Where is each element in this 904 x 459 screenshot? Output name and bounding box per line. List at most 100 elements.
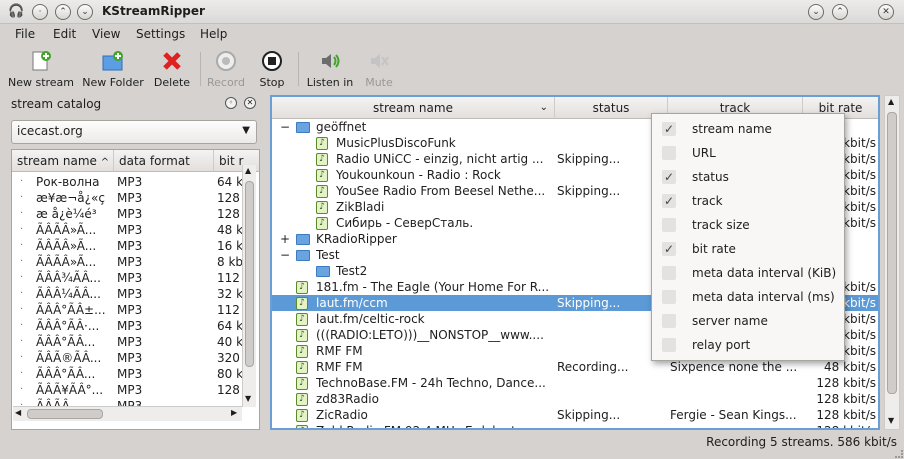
record-button[interactable]: Record — [204, 48, 248, 90]
catalog-row[interactable]: · ÃÂÂ°ÃÂ·... MP3 64 k — [12, 318, 243, 334]
stream-row[interactable]: ♪ TechnoBase.FM - 24h Techno, Dance... 128… — [272, 375, 878, 391]
menu-file[interactable]: File — [15, 27, 35, 41]
note-glyph: ♪ — [296, 281, 308, 294]
app-icon[interactable]: 🎧 — [8, 4, 26, 20]
stop-label: Stop — [259, 76, 285, 89]
float-pane-icon[interactable]: ◦ — [225, 97, 237, 109]
scrollbar-thumb[interactable] — [245, 181, 254, 367]
new-stream-button[interactable]: New stream — [6, 48, 76, 90]
catalog-row[interactable]: · ÃÂÃÂ»Ã... MP3 48 k — [12, 222, 243, 238]
toolbar-separator — [200, 52, 201, 86]
music-note-icon: ♪ — [296, 360, 308, 376]
maximize-button[interactable]: ⌃ — [832, 4, 848, 20]
catalog-cell-name: ÃÂÂ°ÃÂ·... — [36, 319, 100, 333]
expand-icon[interactable]: + — [280, 231, 290, 247]
catalog-pane-title: stream catalog — [11, 97, 102, 111]
scroll-up-arrow[interactable]: ▲ — [888, 97, 894, 106]
catalog-row[interactable]: · ÃÂÂ¾ÃÂ... MP3 112 — [12, 270, 242, 286]
close-pane-icon[interactable]: ✕ — [244, 97, 256, 109]
catalog-row[interactable]: · ÃÂÃ¥ÃÂ°... MP3 128 — [12, 382, 242, 398]
checkmark-icon[interactable]: ✓ — [662, 122, 676, 136]
stream-row[interactable]: ♪ Zeld Radio FM 92.4 MHz Erdekertes... 128… — [272, 423, 878, 428]
menu-edit[interactable]: Edit — [53, 27, 76, 41]
column-toggle-item[interactable]: URL — [652, 141, 844, 165]
checkmark-icon[interactable]: ✓ — [662, 242, 676, 256]
checkbox-empty-icon[interactable] — [662, 218, 676, 232]
catalog-row[interactable]: · ÃÂÂ¼ÃÂ... MP3 32 k — [12, 286, 243, 302]
scrollbar-thumb[interactable] — [887, 112, 897, 394]
column-toggle-item[interactable]: meta data interval (ms) — [652, 285, 844, 309]
catalog-cell-name: Рок-волна — [36, 175, 100, 189]
stream-row[interactable]: ♪ RMF FM Recording... Sixpence none the ...… — [272, 359, 878, 375]
note-glyph: ♪ — [296, 361, 308, 374]
catalog-header-format[interactable]: data format — [113, 150, 213, 172]
catalog-cell-format: MP3 — [117, 207, 143, 221]
listen-in-button[interactable]: Listen in — [304, 48, 356, 90]
catalog-cell-format: MP3 — [117, 271, 143, 285]
catalog-row[interactable]: · ÃÂÃ®ÃÂ... MP3 320 — [12, 350, 242, 366]
catalog-row[interactable]: · Рок-волна MP3 64 k — [12, 174, 243, 190]
title-bar[interactable]: 🎧 · ⌃ ⌄ KStreamRipper ⌄ ⌃ ✕ — [0, 0, 904, 24]
tree-line: · — [20, 352, 24, 363]
window-menu-button[interactable]: · — [32, 4, 48, 20]
stop-button[interactable]: Stop — [252, 48, 292, 90]
checkbox-empty-icon[interactable] — [662, 290, 676, 304]
column-toggle-item[interactable]: meta data interval (KiB) — [652, 261, 844, 285]
menu-settings[interactable]: Settings — [136, 27, 185, 41]
checkbox-empty-icon[interactable] — [662, 338, 676, 352]
catalog-list[interactable]: stream name ^ data format bit r · Рок-вол… — [11, 149, 260, 430]
collapse-icon[interactable]: − — [280, 119, 290, 135]
collapse-icon[interactable]: − — [280, 247, 290, 263]
stream-cell-bitrate: 128 kbit/s — [816, 408, 876, 422]
mute-button[interactable]: Mute — [360, 48, 398, 90]
new-folder-label: New Folder — [82, 76, 144, 89]
stream-row[interactable]: ♪ ZicRadio Skipping... Fergie - Sean Kings.… — [272, 407, 878, 423]
new-folder-button[interactable]: New Folder — [82, 48, 144, 90]
catalog-header-name[interactable]: stream name ^ — [12, 150, 113, 172]
scroll-up-arrow[interactable]: ▲ — [245, 166, 251, 175]
scroll-right-arrow[interactable]: ▶ — [231, 408, 237, 417]
checkmark-icon[interactable]: ✓ — [662, 170, 676, 184]
close-button[interactable]: ✕ — [878, 4, 894, 20]
column-toggle-item[interactable]: ✓ track — [652, 189, 844, 213]
catalog-row[interactable]: · ÃÂÂ°ÃÂ... MP3 80 k — [12, 366, 243, 382]
catalog-cell-bitrate: 112 — [217, 271, 240, 285]
minimize-button[interactable]: ⌄ — [808, 4, 824, 20]
toolbar: New stream New Folder Delete Record Stop… — [0, 46, 904, 92]
column-toggle-item[interactable]: ✓ bit rate — [652, 237, 844, 261]
catalog-horizontal-scrollbar[interactable]: ◀ ▶ — [13, 406, 242, 421]
keep-above-button[interactable]: ⌃ — [55, 4, 71, 20]
column-toggle-item[interactable]: track size — [652, 213, 844, 237]
catalog-row[interactable]: · æ¥æ¬å¿«ç MP3 128 — [12, 190, 242, 206]
music-note-icon: ♪ — [296, 392, 308, 408]
checkbox-empty-icon[interactable] — [662, 266, 676, 280]
resize-grip-icon[interactable] — [895, 450, 903, 458]
column-toggle-item[interactable]: ✓ status — [652, 165, 844, 189]
column-toggle-item[interactable]: server name — [652, 309, 844, 333]
tree-line: · — [20, 208, 24, 219]
checkbox-empty-icon[interactable] — [662, 146, 676, 160]
scrollbar-thumb[interactable] — [27, 409, 103, 419]
stream-row[interactable]: ♪ zd83Radio 128 kbit/s — [272, 391, 878, 407]
catalog-row[interactable]: · ÃÂÃÂ»Ã... MP3 8 kb — [12, 254, 243, 270]
catalog-row[interactable]: · ÃÂÂ°ÃÂ±... MP3 112 — [12, 302, 242, 318]
checkbox-empty-icon[interactable] — [662, 314, 676, 328]
delete-button[interactable]: Delete — [150, 48, 194, 90]
catalog-row[interactable]: · ÃÂÂ°ÃÂ... MP3 40 k — [12, 334, 243, 350]
column-toggle-item[interactable]: relay port — [652, 333, 844, 357]
scroll-down-arrow[interactable]: ▼ — [245, 394, 251, 403]
column-visibility-menu[interactable]: ✓ stream name URL ✓ status ✓ track track size ✓ b… — [651, 113, 845, 361]
column-toggle-item[interactable]: ✓ stream name — [652, 117, 844, 141]
catalog-source-select[interactable]: icecast.org ▼ — [11, 120, 257, 144]
streams-vertical-scrollbar[interactable]: ▲ ▼ — [884, 95, 900, 430]
menu-help[interactable]: Help — [200, 27, 227, 41]
scroll-left-arrow[interactable]: ◀ — [15, 408, 21, 417]
scroll-down-arrow[interactable]: ▼ — [888, 416, 894, 425]
checkmark-icon[interactable]: ✓ — [662, 194, 676, 208]
catalog-row[interactable]: · æ å¿è¼é³ MP3 128 — [12, 206, 242, 222]
catalog-row[interactable]: · ÃÂÃÂ»Ã... MP3 16 k — [12, 238, 243, 254]
column-header-stream-name[interactable]: stream name ⌄ — [272, 97, 554, 119]
menu-view[interactable]: View — [92, 27, 120, 41]
catalog-vertical-scrollbar[interactable]: ▲ ▼ — [242, 165, 256, 407]
keep-below-button[interactable]: ⌄ — [77, 4, 93, 20]
